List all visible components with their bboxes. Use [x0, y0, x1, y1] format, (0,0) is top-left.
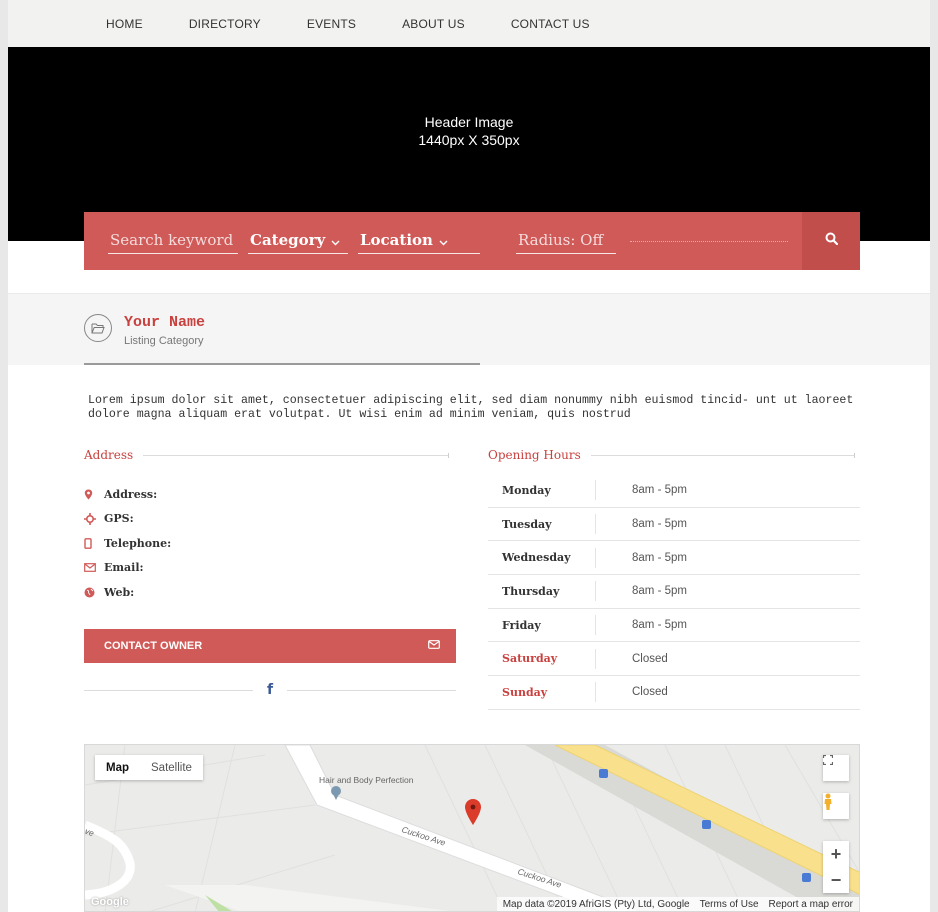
location-select-label: Location [360, 231, 433, 249]
map-data-credit: Map data ©2019 AfriGIS (Pty) Ltd, Google [502, 898, 690, 910]
nav-contact-us[interactable]: CONTACT US [511, 17, 590, 31]
envelope-icon [428, 640, 440, 652]
page: HOME DIRECTORY EVENTS ABOUT US CONTACT U… [8, 0, 930, 912]
location-select[interactable]: Location [358, 228, 480, 254]
email-label: Email: [104, 561, 144, 575]
zoom-in-button[interactable]: + [823, 841, 849, 867]
zoom-out-button[interactable]: − [823, 867, 849, 893]
listing-category: Listing Category [124, 335, 204, 347]
day-name: Saturday [488, 648, 596, 669]
address-row: Address: [84, 482, 456, 507]
map-type-map-button[interactable]: Map [95, 755, 140, 780]
opening-hours-table: Monday 8am - 5pm Tuesday 8am - 5pm Wednesd… [488, 474, 860, 710]
day-hours: 8am - 5pm [632, 518, 687, 531]
divider [590, 452, 855, 458]
nav-home[interactable]: HOME [106, 17, 143, 31]
contact-owner-label: CONTACT OWNER [104, 640, 203, 652]
street-view-button[interactable] [823, 793, 849, 819]
contact-owner-button[interactable]: CONTACT OWNER [84, 629, 456, 663]
address-row: Web: [84, 580, 456, 605]
listing-title-bar: Your Name Listing Category [8, 293, 930, 365]
listing-description: Lorem ipsum dolor sit amet, consectetuer… [88, 394, 854, 421]
table-row: Tuesday 8am - 5pm [488, 508, 860, 542]
table-row: Wednesday 8am - 5pm [488, 541, 860, 576]
divider [287, 689, 456, 691]
search-keyword-input[interactable]: Search keyword [108, 228, 238, 254]
day-hours: 8am - 5pm [632, 551, 687, 564]
facebook-icon[interactable]: f [267, 682, 273, 698]
search-button[interactable] [802, 212, 860, 270]
address-row: Email: [84, 556, 456, 581]
map-credit-bar: Map data ©2019 AfriGIS (Pty) Ltd, Google… [496, 897, 859, 911]
title-underline [84, 363, 480, 365]
radius-select-label: Radius: Off [518, 231, 604, 249]
google-logo[interactable]: Google [91, 896, 129, 908]
crosshair-icon [84, 512, 104, 525]
day-name: Sunday [488, 682, 596, 703]
header-image-size: 1440px X 350px [418, 132, 520, 148]
search-keyword-placeholder: Search keyword [110, 231, 234, 249]
day-name: Tuesday [488, 514, 596, 535]
address-heading: Address [84, 448, 456, 462]
day-hours: 8am - 5pm [632, 585, 687, 598]
day-hours: 8am - 5pm [632, 484, 687, 497]
day-hours: 8am - 5pm [632, 619, 687, 632]
map[interactable]: Hair and Body Perfection Cuckoo Ave Cuck… [84, 744, 860, 912]
report-map-error-link[interactable]: Report a map error [769, 899, 853, 910]
divider [84, 689, 253, 691]
envelope-icon [84, 563, 104, 573]
opening-hours-heading: Opening Hours [488, 448, 860, 462]
map-type-toggle: Map Satellite [95, 755, 203, 780]
address-label: Address: [104, 487, 158, 501]
address-heading-label: Address [84, 448, 134, 462]
table-row: Thursday 8am - 5pm [488, 575, 860, 609]
category-select-label: Category [250, 231, 326, 249]
radius-select[interactable]: Radius: Off [516, 228, 616, 254]
address-row: Telephone: [84, 531, 456, 556]
table-row: Friday 8am - 5pm [488, 609, 860, 643]
nav-about-us[interactable]: ABOUT US [402, 17, 465, 31]
table-row: Sunday Closed [488, 676, 860, 710]
top-nav: HOME DIRECTORY EVENTS ABOUT US CONTACT U… [8, 0, 930, 47]
category-select[interactable]: Category [248, 228, 348, 254]
web-label: Web: [104, 585, 135, 599]
table-row: Monday 8am - 5pm [488, 474, 860, 508]
day-name: Wednesday [488, 547, 596, 568]
folder-icon [84, 314, 112, 342]
gps-label: GPS: [104, 512, 134, 526]
nav-directory[interactable]: DIRECTORY [189, 17, 261, 31]
address-list: Address: GPS: Telephone: Email: Web: [84, 482, 456, 605]
globe-icon [84, 587, 104, 598]
chevron-down-icon [331, 236, 340, 249]
map-type-satellite-button[interactable]: Satellite [140, 755, 203, 780]
day-hours: Closed [632, 686, 668, 699]
divider [143, 452, 450, 458]
table-row: Saturday Closed [488, 642, 860, 677]
day-name: Friday [488, 615, 596, 636]
phone-icon [84, 537, 104, 549]
chevron-down-icon [439, 236, 448, 249]
day-name: Monday [488, 480, 596, 501]
radius-slider-track[interactable] [630, 240, 788, 242]
map-marker-icon [84, 489, 104, 500]
address-row: GPS: [84, 507, 456, 532]
day-hours: Closed [632, 652, 668, 665]
zoom-controls: + − [823, 841, 849, 893]
search-bar: Search keyword Category Location Radius:… [84, 212, 860, 270]
terms-of-use-link[interactable]: Terms of Use [700, 899, 759, 910]
social-links: f [84, 680, 456, 700]
opening-hours-heading-label: Opening Hours [488, 448, 581, 462]
header-image-label: Header Image [424, 114, 514, 130]
telephone-label: Telephone: [104, 536, 172, 550]
listing-name: Your Name [124, 314, 206, 331]
fullscreen-button[interactable] [823, 755, 849, 781]
day-name: Thursday [488, 581, 596, 602]
map-place-label[interactable]: Hair and Body Perfection [319, 775, 414, 785]
nav-events[interactable]: EVENTS [307, 17, 356, 31]
search-icon [825, 232, 838, 250]
